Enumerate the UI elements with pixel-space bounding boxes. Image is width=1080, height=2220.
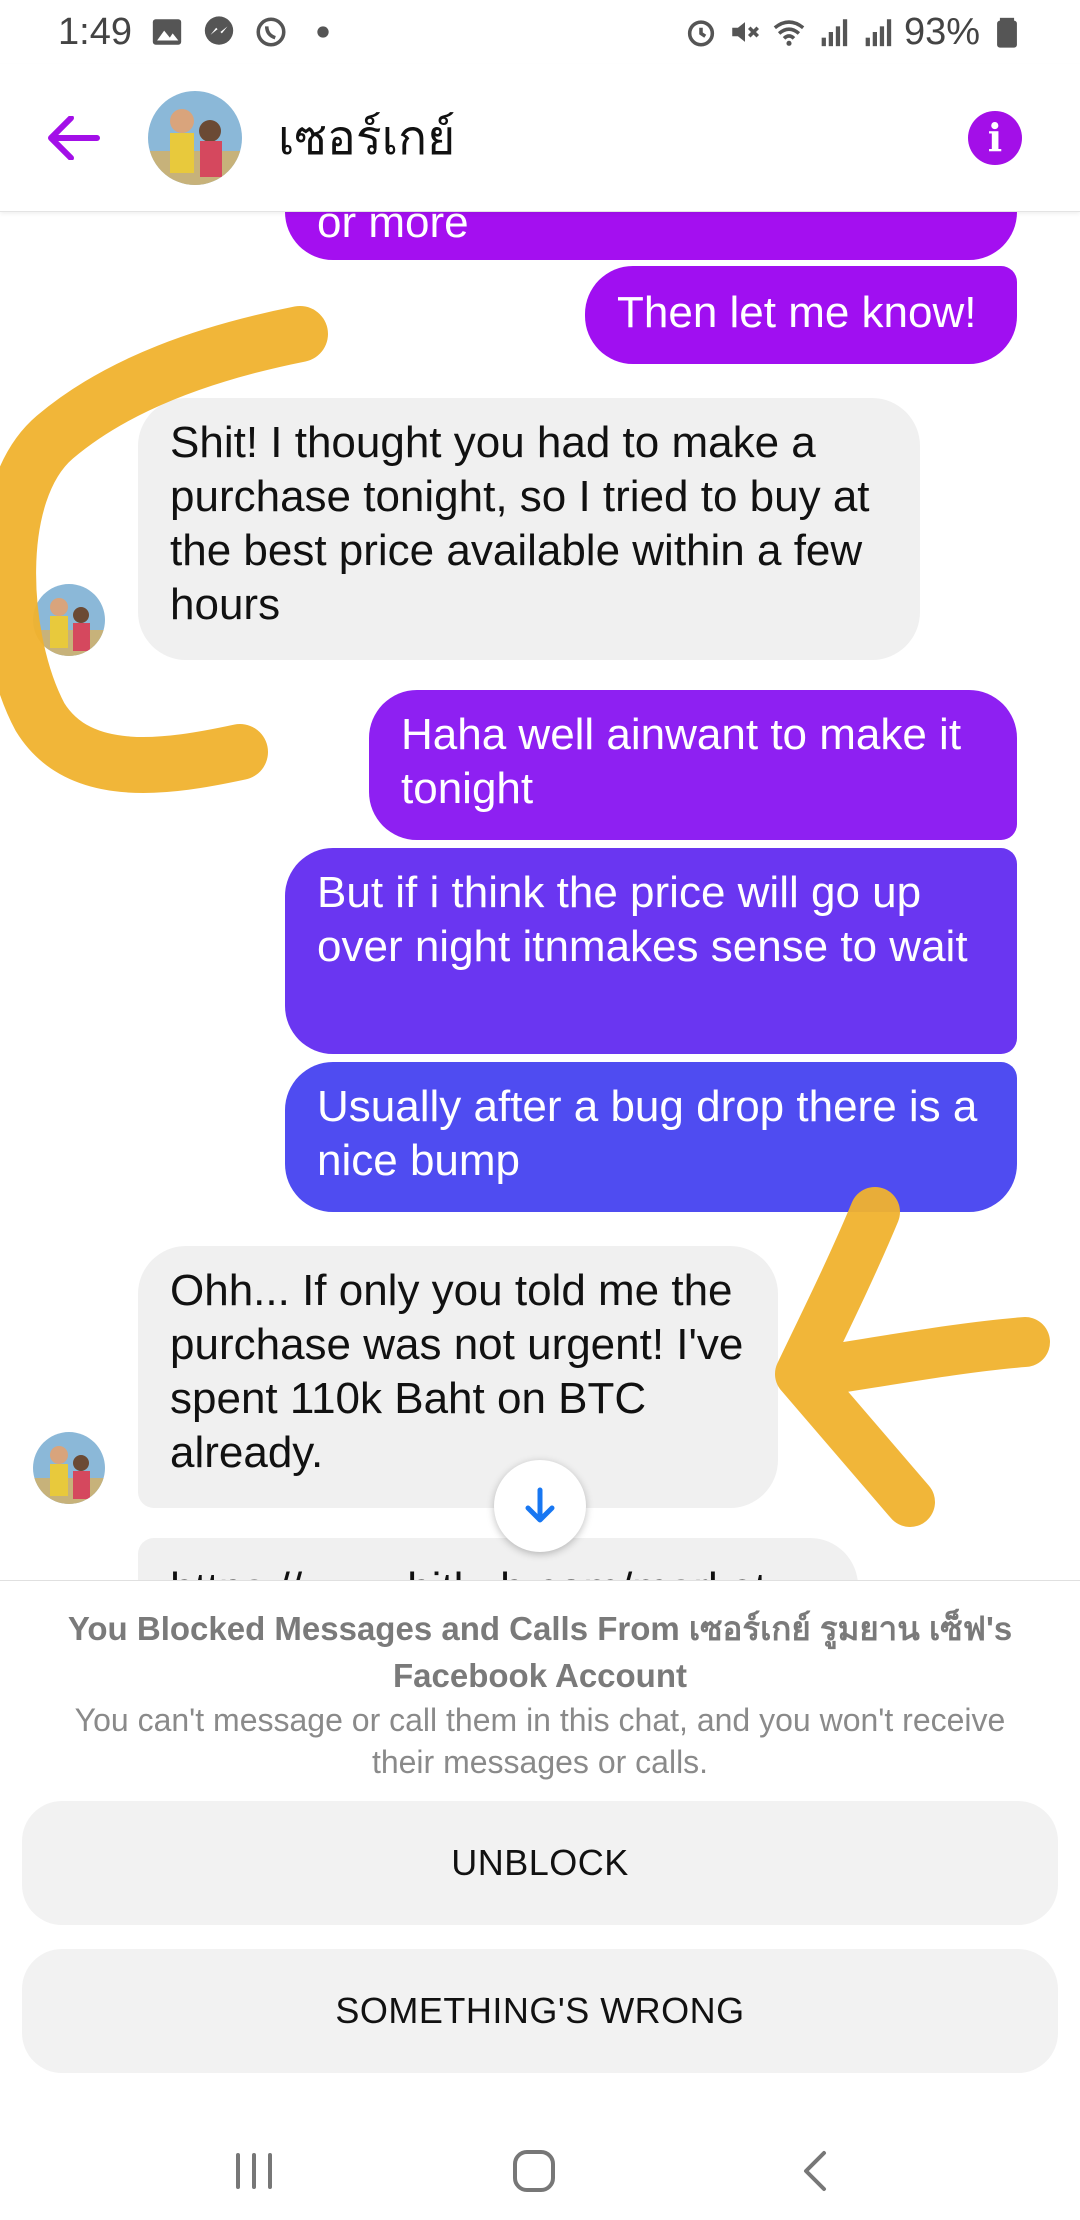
arrow-left-icon — [48, 115, 100, 160]
message-text: Haha well ainwant to make it tonight — [401, 710, 962, 813]
status-time: 1:49 — [58, 10, 132, 53]
sender-avatar[interactable] — [33, 584, 105, 656]
chevron-left-icon — [804, 2151, 826, 2191]
unblock-button[interactable]: UNBLOCK — [22, 1801, 1058, 1925]
back-button[interactable] — [34, 98, 114, 178]
message-text: But if i think the price will go up over… — [317, 868, 968, 971]
message-bubble-in[interactable]: Shit! I thought you had to make a purcha… — [138, 398, 920, 660]
message-bubble-out[interactable]: Then let me know! — [585, 266, 1017, 364]
wifi-icon — [772, 15, 806, 49]
message-list[interactable]: or more Then let me know! Shit! I though… — [0, 212, 1080, 1580]
message-bubble-out[interactable]: But if i think the price will go up over… — [285, 848, 1017, 1054]
home-icon — [513, 2150, 555, 2192]
message-bubble-out[interactable]: Haha well ainwant to make it tonight — [369, 690, 1017, 840]
unblock-label: UNBLOCK — [451, 1842, 629, 1883]
back-nav-button[interactable] — [776, 2136, 856, 2206]
message-text: Usually after a bug drop there is a nice… — [317, 1082, 978, 1185]
alarm-icon — [684, 15, 718, 49]
signal-r-icon — [816, 15, 850, 49]
blocked-title: You Blocked Messages and Calls From เซอร… — [67, 1610, 1013, 1694]
status-bar: 1:49 93% — [0, 0, 1080, 64]
blocked-description: You can't message or call them in this c… — [74, 1702, 1006, 1780]
contact-name[interactable]: เซอร์เกย์ — [278, 100, 455, 176]
dot-icon — [306, 15, 340, 49]
message-bubble-out[interactable]: Usually after a bug drop there is a nice… — [285, 1062, 1017, 1212]
contact-avatar[interactable] — [148, 90, 242, 185]
message-text: Ohh... If only you told me the purchase … — [170, 1266, 744, 1477]
recents-button[interactable] — [214, 2136, 294, 2206]
message-text: https://www.bitkub.com/market — [170, 1564, 767, 1580]
message-text: Shit! I thought you had to make a purcha… — [170, 418, 870, 629]
sender-avatar[interactable] — [33, 1432, 105, 1504]
blocked-panel: You Blocked Messages and Calls From เซอร… — [0, 1580, 1080, 2120]
battery-level: 93% — [903, 10, 980, 53]
annotation-arrow — [775, 1187, 1050, 1527]
image-icon — [150, 15, 184, 49]
battery-icon — [990, 15, 1024, 49]
chat-header: เซอร์เกย์ i — [0, 64, 1080, 212]
signal-r-icon — [860, 15, 894, 49]
messenger-icon — [202, 15, 236, 49]
mute-icon — [728, 15, 762, 49]
message-text: or more — [317, 212, 469, 247]
scroll-to-bottom-button[interactable] — [494, 1460, 586, 1552]
message-bubble-in[interactable]: Ohh... If only you told me the purchase … — [138, 1246, 778, 1508]
message-text: Then let me know! — [617, 288, 977, 337]
arrow-down-icon — [525, 1487, 555, 1523]
something-wrong-label: SOMETHING'S WRONG — [335, 1990, 745, 2031]
recents-icon — [236, 2153, 272, 2189]
message-bubble-in[interactable]: https://www.bitkub.com/market — [138, 1538, 858, 1580]
info-icon: i — [987, 115, 1003, 160]
whatsapp-icon — [254, 15, 288, 49]
info-button[interactable]: i — [968, 110, 1022, 165]
system-nav-bar — [0, 2120, 1080, 2220]
message-bubble-out[interactable]: or more — [285, 212, 1017, 260]
home-button[interactable] — [494, 2136, 574, 2206]
something-wrong-button[interactable]: SOMETHING'S WRONG — [22, 1949, 1058, 2073]
